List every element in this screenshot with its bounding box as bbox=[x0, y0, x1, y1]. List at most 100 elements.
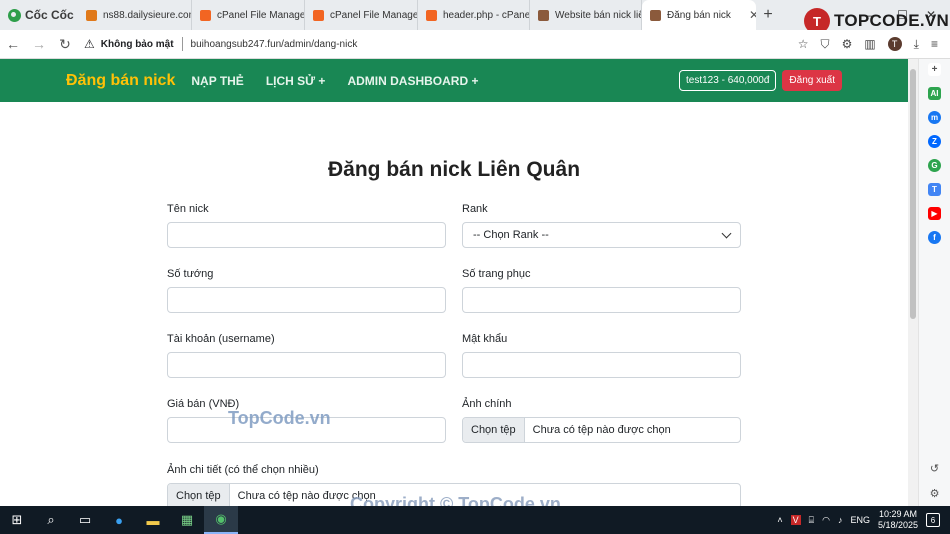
tab-favicon-icon bbox=[538, 9, 549, 21]
user-balance-badge[interactable]: test123 - 640,000đ bbox=[679, 70, 777, 91]
tab-header-php[interactable]: header.php - cPanel bbox=[418, 0, 530, 30]
download-icon[interactable]: ⤓ bbox=[914, 37, 919, 52]
coccoc-taskbar-icon[interactable]: ◉ bbox=[204, 506, 238, 534]
tab-title: cPanel File Manager bbox=[217, 9, 305, 21]
nav-lich-su[interactable]: LỊCH SỬ + bbox=[266, 74, 326, 88]
anh-chi-tiet-choose-button[interactable]: Chọn tệp bbox=[168, 484, 230, 506]
page-scrollbar[interactable] bbox=[908, 59, 918, 506]
tab-favicon-icon bbox=[426, 9, 437, 21]
messenger-icon[interactable]: m bbox=[928, 111, 941, 124]
navbar-right: test123 - 640,000đ Đăng xuất bbox=[679, 70, 842, 91]
sidebar-bottom: ↺ ⚙ bbox=[930, 462, 940, 500]
tai-khoan-label: Tài khoản (username) bbox=[167, 333, 275, 345]
topcode-watermark-text: TOPCODE.VN bbox=[834, 11, 950, 30]
page-title: Đăng bán nick Liên Quân bbox=[327, 158, 581, 181]
bookmark-star-icon[interactable]: ☆ bbox=[798, 37, 809, 51]
field-anh-chinh: Ảnh chính Chọn tệp Chưa có tệp nào được … bbox=[462, 398, 741, 443]
windows-start-icon[interactable]: ⊞ bbox=[0, 506, 34, 534]
tab-favicon-icon bbox=[86, 9, 97, 21]
reload-icon[interactable]: ↻ bbox=[52, 36, 78, 53]
sidebar-toggle-icon[interactable]: ▥ bbox=[864, 37, 875, 51]
field-mat-khau: Mật khẩu bbox=[462, 333, 741, 378]
logout-button[interactable]: Đăng xuất bbox=[782, 70, 842, 91]
store-icon[interactable]: ▦ bbox=[170, 506, 204, 534]
tab-title: ns88.dailysieure.com bbox=[103, 9, 192, 21]
search-icon[interactable]: ⌕ bbox=[34, 506, 68, 534]
menu-icon[interactable]: ≡ bbox=[931, 37, 938, 51]
topcode-mid-watermark: TopCode.vn bbox=[228, 408, 331, 428]
game-icon[interactable]: G bbox=[928, 159, 941, 172]
so-tuong-label: Số tướng bbox=[167, 268, 214, 280]
anh-chinh-choose-button[interactable]: Chọn tệp bbox=[463, 418, 525, 442]
tai-khoan-input[interactable] bbox=[167, 352, 446, 378]
field-rank: Rank -- Chọn Rank -- bbox=[462, 203, 741, 248]
tab-cpanel-2[interactable]: cPanel File Manager bbox=[305, 0, 418, 30]
field-tai-khoan: Tài khoản (username) bbox=[167, 333, 446, 378]
tab-title: cPanel File Manager bbox=[330, 9, 418, 21]
so-tuong-input[interactable] bbox=[167, 287, 446, 313]
settings-gear-icon[interactable]: ⚙ bbox=[930, 487, 940, 500]
coccoc-logo-icon bbox=[8, 8, 21, 22]
new-tab-button[interactable]: + bbox=[756, 6, 780, 24]
nav-nap-the[interactable]: NẠP THẺ bbox=[191, 74, 243, 88]
network-icon[interactable]: ⌸ bbox=[809, 515, 814, 526]
url-text[interactable]: buihoangsub247.fun/admin/dang-nick bbox=[191, 39, 358, 50]
anh-chinh-label: Ảnh chính bbox=[462, 398, 512, 410]
url-field[interactable]: ⚠ Không bảo mật buihoangsub247.fun/admin… bbox=[84, 33, 784, 55]
rank-selected-value: -- Chọn Rank -- bbox=[473, 229, 549, 241]
notification-icon[interactable]: 6 bbox=[926, 513, 940, 527]
facebook-icon[interactable]: f bbox=[928, 231, 941, 244]
taskbar-clock[interactable]: 10:29 AM 5/18/2025 bbox=[878, 509, 918, 531]
back-icon[interactable]: ← bbox=[0, 36, 26, 52]
tab-title: header.php - cPanel bbox=[443, 9, 530, 21]
page-viewport: Đăng bán nick NẠP THẺ LỊCH SỬ + ADMIN DA… bbox=[0, 59, 908, 506]
tab-close-icon[interactable]: ✕ bbox=[749, 8, 756, 22]
file-explorer-icon[interactable]: ▬ bbox=[136, 506, 170, 534]
tab-title: Đăng bán nick bbox=[667, 9, 731, 21]
rank-select[interactable]: -- Chọn Rank -- bbox=[462, 222, 741, 248]
shield-icon[interactable]: ⛉ bbox=[821, 37, 830, 52]
zalo-icon[interactable]: Z bbox=[928, 135, 941, 148]
volume-icon[interactable]: ♪ bbox=[838, 515, 843, 525]
tray-chevron-up-icon[interactable]: ˄ bbox=[777, 515, 782, 525]
task-view-icon[interactable]: ▭ bbox=[68, 506, 102, 534]
address-bar-row: ← → ↻ ⚠ Không bảo mật buihoangsub247.fun… bbox=[0, 30, 950, 59]
translate-icon[interactable]: T bbox=[928, 183, 941, 196]
mat-khau-label: Mật khẩu bbox=[462, 333, 508, 345]
extensions-icon[interactable]: ⚙ bbox=[842, 37, 853, 51]
edge-icon[interactable]: ● bbox=[102, 506, 136, 534]
security-status[interactable]: Không bảo mật bbox=[101, 39, 174, 50]
browser-brand[interactable]: Cốc Cốc bbox=[0, 8, 78, 22]
mat-khau-input[interactable] bbox=[462, 352, 741, 378]
history-icon[interactable]: ↺ bbox=[930, 462, 939, 475]
language-indicator[interactable]: ENG bbox=[850, 515, 870, 525]
so-trang-phuc-input[interactable] bbox=[462, 287, 741, 313]
wifi-icon[interactable]: ◠ bbox=[822, 515, 830, 526]
youtube-icon[interactable]: ▶ bbox=[928, 207, 941, 220]
anh-chinh-file-input[interactable]: Chọn tệp Chưa có tệp nào được chọn bbox=[462, 417, 741, 443]
forward-icon[interactable]: → bbox=[26, 36, 52, 52]
anh-chinh-status: Chưa có tệp nào được chọn bbox=[532, 424, 671, 436]
tab-dailysieure[interactable]: ns88.dailysieure.com bbox=[78, 0, 192, 30]
tab-title: Website bán nick liê bbox=[555, 9, 642, 21]
site-logo[interactable]: Đăng bán nick bbox=[66, 72, 175, 90]
tab-website-ban-nick[interactable]: Website bán nick liê bbox=[530, 0, 642, 30]
tab-cpanel-1[interactable]: cPanel File Manager bbox=[192, 0, 305, 30]
profile-avatar[interactable]: T bbox=[887, 37, 902, 51]
ai-icon[interactable]: AI bbox=[928, 87, 941, 100]
rank-label: Rank bbox=[462, 203, 488, 215]
antivirus-icon[interactable]: V bbox=[790, 515, 801, 525]
tab-favicon-icon bbox=[313, 9, 324, 21]
add-icon[interactable]: + bbox=[928, 63, 941, 76]
scrollbar-thumb[interactable] bbox=[910, 69, 916, 319]
tab-dang-ban-nick[interactable]: Đăng bán nick ✕ bbox=[642, 0, 756, 30]
browser-sidebar: + AI m Z G T ▶ f ↺ ⚙ bbox=[918, 59, 950, 506]
browser-brand-label: Cốc Cốc bbox=[25, 8, 74, 22]
clock-time: 10:29 AM bbox=[878, 509, 917, 519]
nav-admin-dashboard[interactable]: ADMIN DASHBOARD + bbox=[347, 74, 478, 88]
ten-nick-input[interactable] bbox=[167, 222, 446, 248]
so-trang-phuc-label: Số trang phục bbox=[462, 268, 531, 280]
site-navbar: Đăng bán nick NẠP THẺ LỊCH SỬ + ADMIN DA… bbox=[0, 59, 908, 102]
browser-toolbar: ☆ ⛉ ⚙ ▥ T ⤓ ≡ bbox=[798, 37, 950, 52]
windows-taskbar: ⊞ ⌕ ▭ ● ▬ ▦ ◉ ˄ V ⌸ ◠ ♪ ENG 10:29 AM 5/1… bbox=[0, 506, 950, 534]
